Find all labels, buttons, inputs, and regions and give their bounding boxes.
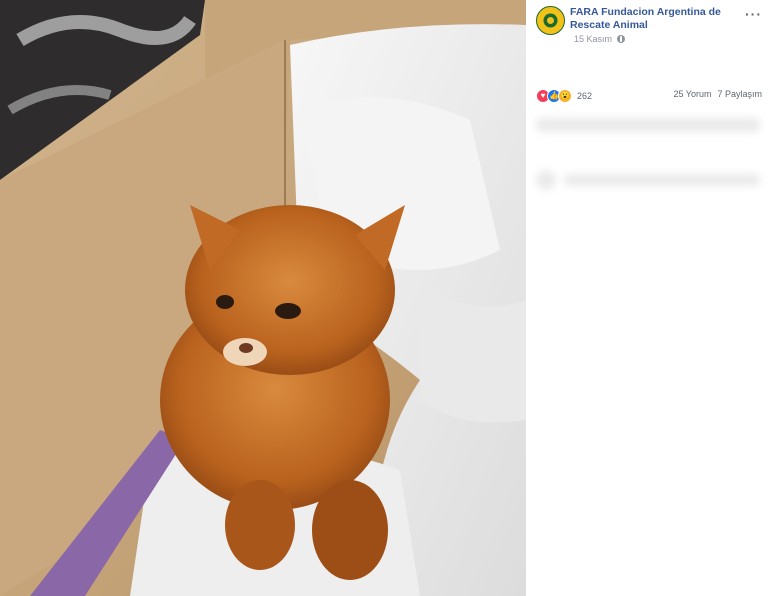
post-stats: ♥ 👍 😮 262 25 Yorum 7 Paylaşım <box>536 88 762 106</box>
post-header: FARA Fundacion Argentina de Rescate Anim… <box>536 4 770 48</box>
post-date[interactable]: 15 Kasım <box>574 34 612 44</box>
post-photo[interactable] <box>0 0 526 596</box>
blurred-comment-input <box>564 174 760 186</box>
post-meta: 15 Kasım <box>574 34 626 44</box>
more-options-icon[interactable]: ··· <box>745 6 762 22</box>
engagement-counts: 25 Yorum 7 Paylaşım <box>673 89 762 99</box>
reaction-count: 262 <box>577 91 593 101</box>
globe-icon <box>617 35 626 43</box>
comments-count[interactable]: 25 Yorum <box>673 89 711 99</box>
post-panel: FARA Fundacion Argentina de Rescate Anim… <box>526 0 770 596</box>
page-avatar[interactable] <box>536 6 565 35</box>
fara-logo-icon <box>538 8 563 33</box>
blurred-commenter-avatar <box>536 170 556 190</box>
kitten-in-box-image <box>0 0 526 596</box>
page-name-link[interactable]: FARA Fundacion Argentina de Rescate Anim… <box>570 6 730 32</box>
wow-reaction-icon: 😮 <box>558 89 572 103</box>
blurred-actions-row <box>536 118 760 132</box>
reactions-summary[interactable]: ♥ 👍 😮 262 <box>536 89 592 103</box>
shares-count[interactable]: 7 Paylaşım <box>717 89 762 99</box>
